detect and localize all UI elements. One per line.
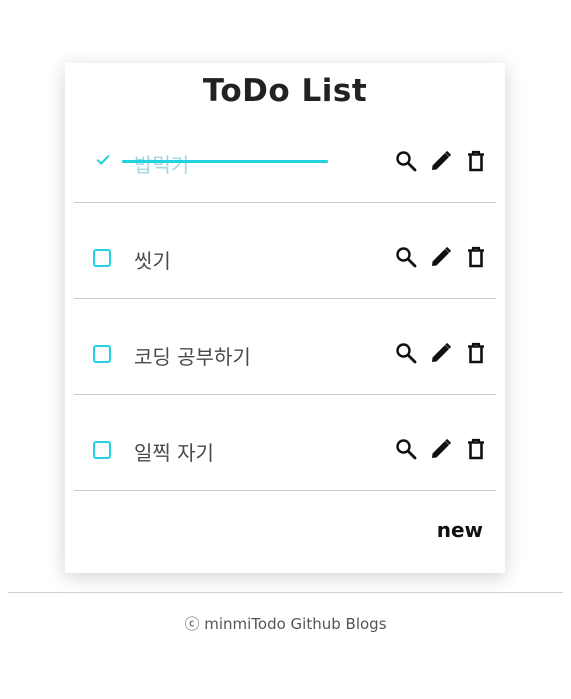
strikethrough-line — [122, 160, 328, 163]
search-icon[interactable] — [394, 149, 418, 173]
todo-label: 밥먹기 — [134, 153, 190, 177]
todo-label: 코딩 공부하기 — [134, 345, 251, 369]
pencil-icon[interactable] — [429, 149, 453, 173]
search-icon[interactable] — [394, 437, 418, 461]
todo-card: ToDo List 밥먹기 씻기 코딩 공부하기 일찍 자기 new — [65, 63, 505, 573]
pencil-icon[interactable] — [429, 245, 453, 269]
todo-item-2: 씻기 — [74, 203, 496, 299]
todo-actions — [394, 341, 488, 365]
todo-actions — [394, 149, 488, 173]
search-icon[interactable] — [394, 341, 418, 365]
check-icon[interactable] — [96, 153, 110, 167]
trash-icon[interactable] — [464, 245, 488, 269]
trash-icon[interactable] — [464, 149, 488, 173]
todo-item-1: 밥먹기 — [74, 107, 496, 203]
todo-item-3: 코딩 공부하기 — [74, 299, 496, 395]
todo-actions — [394, 437, 488, 461]
pencil-icon[interactable] — [429, 437, 453, 461]
todo-item-4: 일찍 자기 — [74, 395, 496, 491]
trash-icon[interactable] — [464, 341, 488, 365]
trash-icon[interactable] — [464, 437, 488, 461]
todo-list: 밥먹기 씻기 코딩 공부하기 일찍 자기 — [74, 107, 496, 491]
footer-divider — [8, 592, 563, 593]
todo-label: 일찍 자기 — [134, 441, 214, 465]
todo-checkbox[interactable] — [93, 249, 111, 267]
todo-label: 씻기 — [134, 249, 171, 273]
footer-text: ⓒ minmiTodo Github Blogs — [184, 615, 387, 633]
todo-checkbox[interactable] — [93, 441, 111, 459]
page-title: ToDo List — [202, 73, 368, 109]
search-icon[interactable] — [394, 245, 418, 269]
todo-actions — [394, 245, 488, 269]
new-todo-button[interactable]: new — [437, 518, 483, 542]
todo-checkbox[interactable] — [93, 345, 111, 363]
pencil-icon[interactable] — [429, 341, 453, 365]
